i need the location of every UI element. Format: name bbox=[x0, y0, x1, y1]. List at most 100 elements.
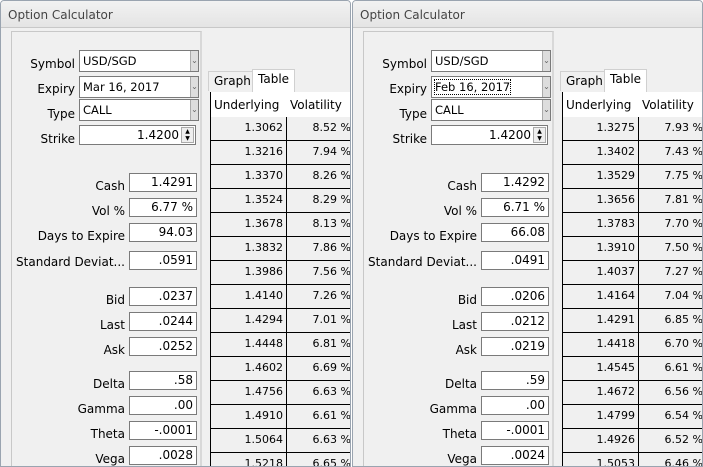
strike-spinner[interactable]: 1.4200 ▲ ▼ bbox=[79, 125, 196, 145]
ask-field[interactable]: .0252 bbox=[129, 337, 197, 356]
spin-arrows-icon[interactable]: ▲ ▼ bbox=[533, 127, 546, 143]
gamma-field[interactable]: .00 bbox=[129, 396, 197, 415]
table-row[interactable]: 1.3275 7.93 % bbox=[563, 117, 702, 141]
strike-spinner[interactable]: 1.4200 ▲ ▼ bbox=[431, 125, 548, 145]
underlying-cell: 1.3910 bbox=[563, 237, 639, 261]
table-row[interactable]: 1.3402 7.43 % bbox=[563, 141, 703, 165]
days-label: Days to Expire bbox=[389, 229, 477, 243]
table-row[interactable]: 1.5218 6.65 % bbox=[211, 453, 351, 467]
table-row[interactable]: 1.4799 6.54 % bbox=[563, 405, 703, 429]
table-row[interactable]: 1.3678 8.13 % bbox=[211, 213, 351, 237]
std-dev-field[interactable]: .0491 bbox=[481, 251, 549, 270]
table-row[interactable]: 1.3910 7.50 % bbox=[563, 237, 702, 261]
table-row[interactable]: 1.4164 7.04 % bbox=[563, 285, 702, 309]
spin-arrows-icon[interactable]: ▲ ▼ bbox=[181, 127, 194, 143]
volatility-cell: 6.63 % bbox=[312, 433, 351, 446]
input-panel: Symbol USD/SGD ⌄ Expiry Mar 16, 2017 ⌄ Typ… bbox=[11, 31, 202, 466]
last-field[interactable]: .0212 bbox=[481, 312, 549, 331]
table-row[interactable]: 1.4545 6.61 % bbox=[563, 357, 702, 381]
type-combo[interactable]: CALL ⌄ bbox=[79, 99, 199, 121]
volatility-cell: 6.54 % bbox=[664, 409, 703, 422]
theta-field[interactable]: -.0001 bbox=[481, 421, 549, 440]
tab-table[interactable]: Table bbox=[604, 69, 648, 92]
expiry-combo[interactable]: Feb 16, 2017 ⌄ bbox=[431, 76, 551, 98]
table-row[interactable]: 1.3832 7.86 % bbox=[211, 237, 351, 261]
underlying-cell: 1.3986 bbox=[211, 261, 287, 285]
theta-field[interactable]: -.0001 bbox=[129, 421, 197, 440]
ask-field[interactable]: .0219 bbox=[481, 337, 549, 356]
table-row[interactable]: 1.3529 7.75 % bbox=[563, 165, 702, 189]
underlying-cell: 1.3656 bbox=[563, 189, 639, 213]
option-calculator-window: Option Calculator Symbol USD/SGD ⌄ Expiry… bbox=[0, 0, 351, 467]
table-row[interactable]: 1.5064 6.63 % bbox=[211, 429, 351, 453]
cash-field[interactable]: 1.4291 bbox=[129, 173, 197, 192]
last-field[interactable]: .0244 bbox=[129, 312, 197, 331]
title-bar[interactable]: Option Calculator bbox=[353, 1, 702, 28]
vega-field[interactable]: .0024 bbox=[481, 446, 549, 465]
days-field[interactable]: 94.03 bbox=[129, 223, 197, 242]
delta-field[interactable]: .58 bbox=[129, 371, 197, 390]
table-row[interactable]: 1.4672 6.56 % bbox=[563, 381, 702, 405]
volatility-cell: 7.86 % bbox=[312, 241, 351, 254]
table-row[interactable]: 1.3783 7.70 % bbox=[563, 213, 702, 237]
table-row[interactable]: 1.4756 6.63 % bbox=[211, 381, 350, 405]
chevron-down-icon[interactable]: ⌄ bbox=[542, 51, 550, 71]
chevron-down-icon[interactable]: ⌄ bbox=[190, 51, 198, 71]
symbol-value: USD/SGD bbox=[435, 54, 489, 68]
option-calculator-window: Option Calculator Symbol USD/SGD ⌄ Expiry… bbox=[352, 0, 703, 467]
table-row[interactable]: 1.4926 6.52 % bbox=[563, 429, 702, 453]
chevron-down-icon[interactable]: ⌄ bbox=[190, 100, 198, 120]
bid-field[interactable]: .0206 bbox=[481, 287, 549, 306]
volatility-cell: 6.65 % bbox=[312, 457, 351, 467]
cash-field[interactable]: 1.4292 bbox=[481, 173, 549, 192]
column-header-volatility[interactable]: Volatility bbox=[639, 92, 702, 117]
table-row[interactable]: 1.3216 7.94 % bbox=[211, 141, 350, 165]
vol-field[interactable]: 6.77 % bbox=[129, 198, 197, 217]
underlying-cell: 1.3216 bbox=[211, 141, 287, 165]
table-row[interactable]: 1.3656 7.81 % bbox=[563, 189, 702, 213]
column-header-underlying[interactable]: Underlying bbox=[211, 92, 287, 117]
table-row[interactable]: 1.3986 7.56 % bbox=[211, 261, 350, 285]
bid-field[interactable]: .0237 bbox=[129, 287, 197, 306]
table-row[interactable]: 1.4910 6.61 % bbox=[211, 405, 350, 429]
tab-graph[interactable]: Graph bbox=[560, 71, 609, 91]
volatility-cell: 8.13 % bbox=[312, 217, 351, 230]
table-row[interactable]: 1.4291 6.85 % bbox=[563, 309, 702, 333]
table-row[interactable]: 1.4294 7.01 % bbox=[211, 309, 350, 333]
tab-graph[interactable]: Graph bbox=[208, 71, 257, 91]
table-row[interactable]: 1.3524 8.29 % bbox=[211, 189, 350, 213]
vega-field[interactable]: .0028 bbox=[129, 446, 197, 465]
volatility-cell: 6.46 % bbox=[664, 457, 703, 467]
column-header-volatility[interactable]: Volatility bbox=[287, 92, 350, 117]
title-bar[interactable]: Option Calculator bbox=[1, 1, 350, 28]
delta-label: Delta bbox=[92, 377, 125, 391]
chevron-down-icon[interactable]: ⌄ bbox=[542, 100, 550, 120]
table-row[interactable]: 1.4418 6.70 % bbox=[563, 333, 702, 357]
std-dev-field[interactable]: .0591 bbox=[129, 251, 197, 270]
tab-table[interactable]: Table bbox=[252, 69, 296, 92]
gamma-field[interactable]: .00 bbox=[481, 396, 549, 415]
type-combo[interactable]: CALL ⌄ bbox=[431, 99, 551, 121]
delta-field[interactable]: .59 bbox=[481, 371, 549, 390]
table-row[interactable]: 1.4140 7.26 % bbox=[211, 285, 350, 309]
table-row[interactable]: 1.4037 7.27 % bbox=[563, 261, 702, 285]
symbol-combo[interactable]: USD/SGD ⌄ bbox=[79, 50, 199, 72]
underlying-cell: 1.4164 bbox=[563, 285, 639, 309]
vol-field[interactable]: 6.71 % bbox=[481, 198, 549, 217]
volatility-cell: 6.69 % bbox=[312, 361, 351, 374]
table-row[interactable]: 1.4602 6.69 % bbox=[211, 357, 351, 381]
chevron-down-icon[interactable]: ⌄ bbox=[542, 77, 550, 97]
expiry-combo[interactable]: Mar 16, 2017 ⌄ bbox=[79, 76, 199, 98]
table-row[interactable]: 1.3062 8.52 % bbox=[211, 117, 350, 141]
type-value: CALL bbox=[83, 103, 112, 117]
days-field[interactable]: 66.08 bbox=[481, 223, 549, 242]
table-row[interactable]: 1.4448 6.81 % bbox=[211, 333, 350, 357]
volatility-cell: 7.43 % bbox=[664, 145, 703, 158]
column-header-underlying[interactable]: Underlying bbox=[563, 92, 639, 117]
table-row[interactable]: 1.5053 6.46 % bbox=[563, 453, 703, 467]
underlying-cell: 1.4294 bbox=[211, 309, 287, 333]
table-row[interactable]: 1.3370 8.26 % bbox=[211, 165, 350, 189]
underlying-cell: 1.4926 bbox=[563, 429, 639, 453]
chevron-down-icon[interactable]: ⌄ bbox=[190, 77, 198, 97]
symbol-combo[interactable]: USD/SGD ⌄ bbox=[431, 50, 551, 72]
